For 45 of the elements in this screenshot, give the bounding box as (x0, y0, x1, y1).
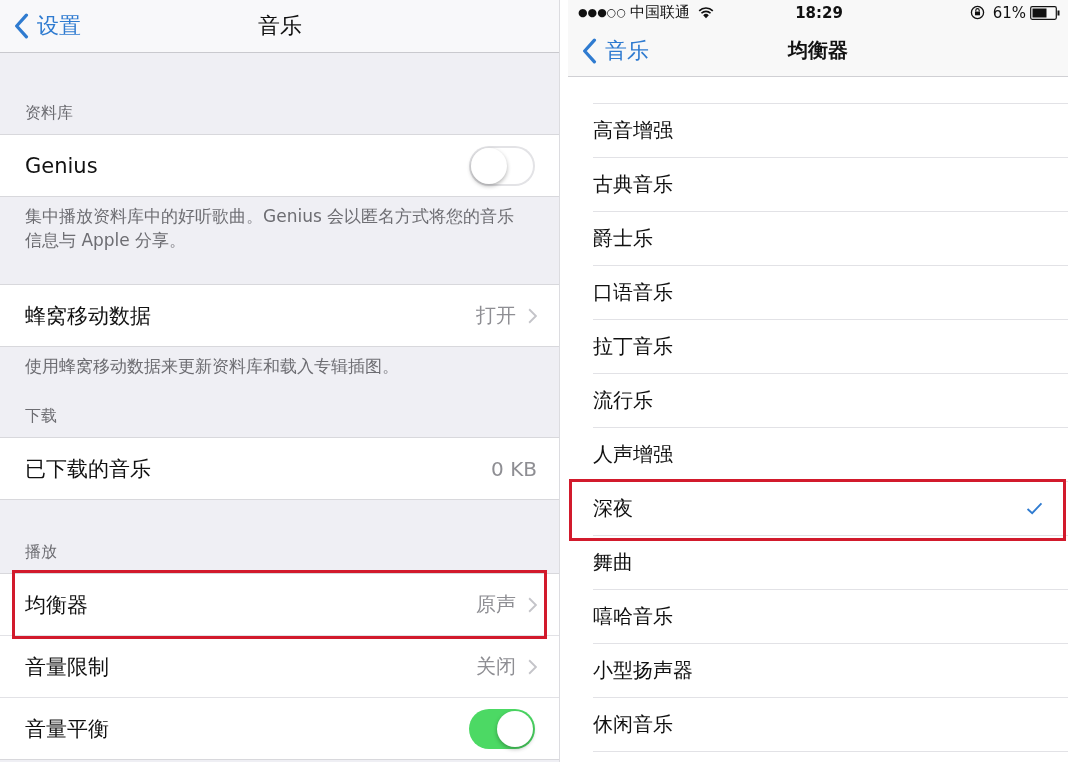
section-footer: 使用蜂窝移动数据来更新资料库和载入专辑插图。 (0, 347, 559, 406)
back-button[interactable]: 设置 (0, 11, 81, 41)
chevron-right-icon (528, 596, 537, 613)
rotation-lock-icon (969, 5, 985, 20)
toggle-switch[interactable] (469, 708, 535, 749)
option-label[interactable]: 舞曲 (593, 549, 633, 576)
chevron-right-icon (528, 307, 537, 324)
option-label[interactable]: 高音增强 (593, 117, 673, 144)
row-value: 0 KB (491, 456, 537, 481)
signal-dots: ●●●○○ (578, 6, 626, 19)
option-label[interactable]: 深夜 (593, 495, 633, 522)
option-label[interactable]: 嘻哈音乐 (593, 603, 673, 630)
toggle-switch[interactable] (469, 145, 535, 186)
row-label: Genius (25, 153, 98, 178)
option-label[interactable]: 拉丁音乐 (593, 333, 673, 360)
row-value: 原声 (476, 591, 516, 618)
battery-percent: 61% (992, 3, 1026, 22)
option-label[interactable]: 人声增强 (593, 441, 673, 468)
section-header: 下载 (24, 406, 58, 427)
chevron-right-icon (528, 658, 537, 675)
section-header: 播放 (24, 542, 58, 563)
option-label[interactable]: 流行乐 (593, 387, 653, 414)
carrier-name: 中国联通 (630, 3, 690, 22)
row-label: 均衡器 (25, 591, 88, 619)
row-label: 音量平衡 (25, 715, 109, 743)
option-label[interactable]: 小型扬声器 (593, 657, 693, 684)
option-label[interactable]: 口语音乐 (593, 279, 673, 306)
battery-icon (1030, 5, 1060, 20)
section-footer: 集中播放资料库中的好听歌曲。Genius 会以匿名方式将您的音乐信息与 Apple 分享。 (0, 197, 559, 284)
chevron-left-icon (13, 13, 29, 39)
row-label: 音量限制 (25, 653, 109, 681)
row-label: 蜂窝移动数据 (25, 302, 151, 330)
chevron-left-icon (581, 37, 597, 64)
row-label: 已下载的音乐 (25, 455, 151, 483)
row-value: 打开 (476, 302, 516, 329)
option-label[interactable]: 古典音乐 (593, 171, 673, 198)
status-time: 18:29 (795, 3, 843, 22)
row-value: 关闭 (476, 653, 516, 680)
screen-title: 均衡器 (788, 37, 848, 64)
section-header: 资料库 (24, 103, 74, 124)
option-label[interactable]: 爵士乐 (593, 225, 653, 252)
option-label[interactable]: 休闲音乐 (593, 711, 673, 738)
screen-title: 音乐 (257, 12, 302, 40)
wifi-icon (698, 6, 714, 19)
back-button[interactable]: 音乐 (568, 35, 649, 66)
